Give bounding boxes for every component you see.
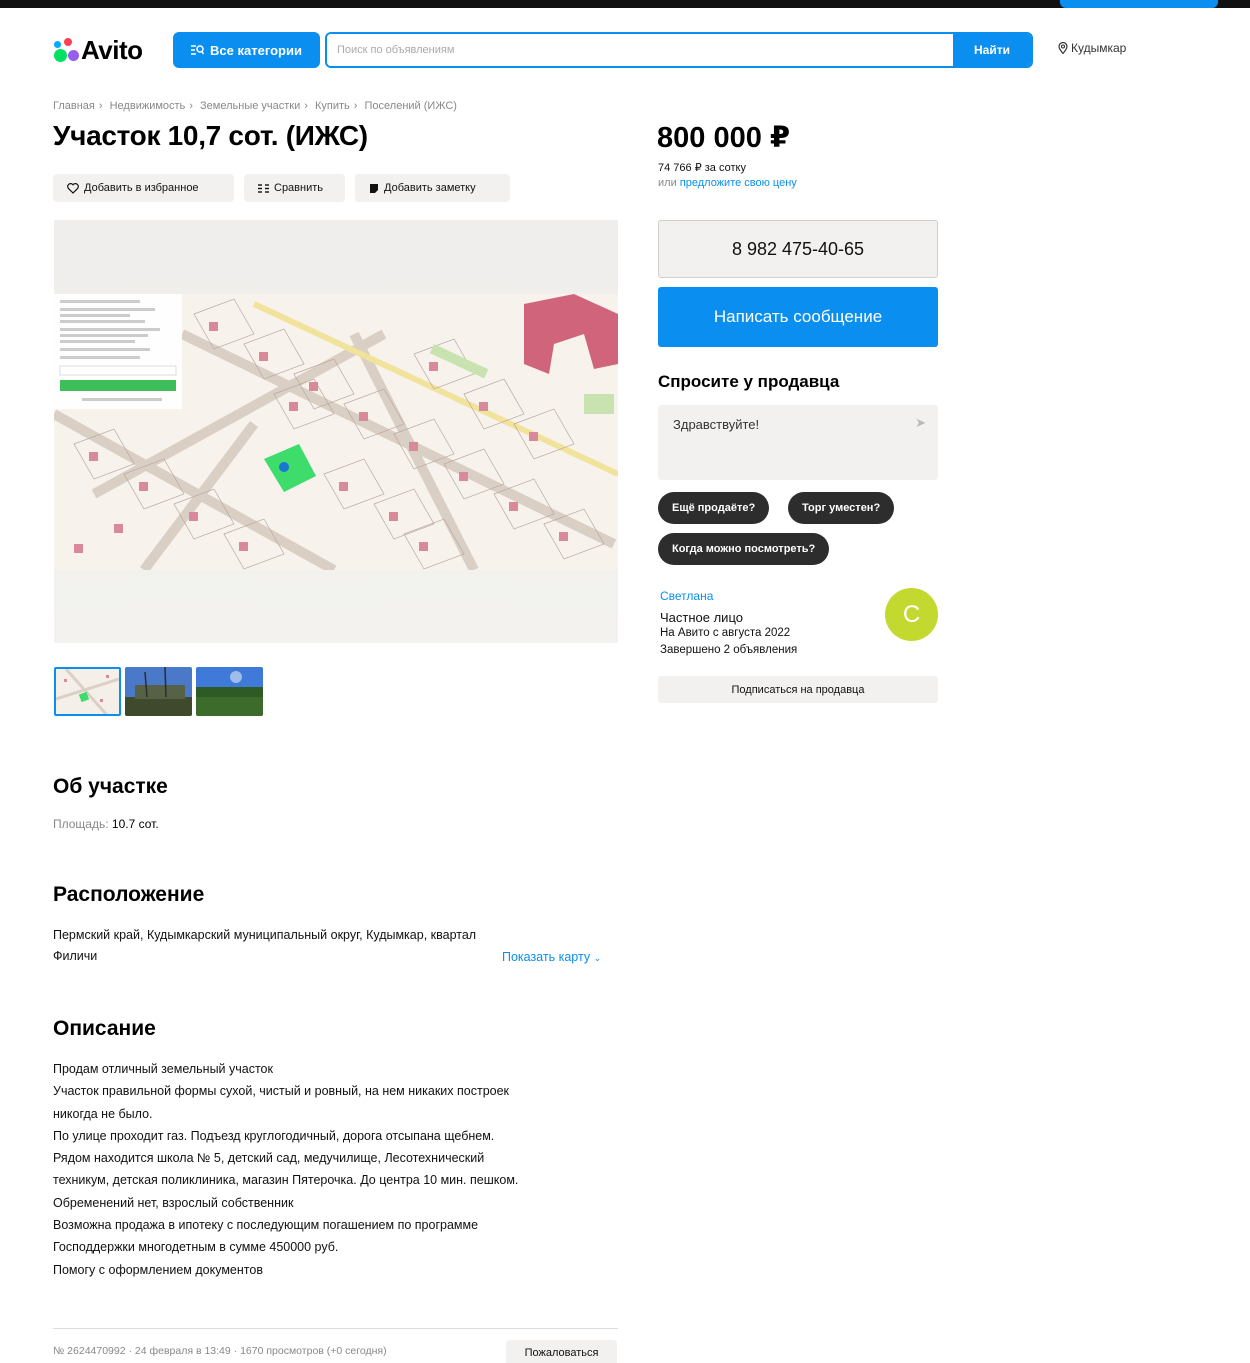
show-map-link[interactable]: Показать карту ⌄ (502, 950, 601, 964)
thumbnail-strip (54, 667, 263, 716)
location-label: Кудымкар (1071, 41, 1127, 55)
search-input[interactable] (327, 34, 953, 66)
offer-prefix: или (658, 177, 677, 189)
add-to-favorites-button[interactable]: Добавить в избранное (53, 174, 234, 202)
logo-text: Avito (81, 34, 143, 65)
listing-actions: Добавить в избранное Сравнить Добавить з… (53, 174, 510, 202)
write-message-button[interactable]: Написать сообщение (658, 287, 938, 347)
breadcrumb-item[interactable]: Земельные участки (200, 100, 300, 112)
thumbnail-photo-3[interactable] (196, 667, 263, 716)
description-line: Обременений нет, взрослый собственник (53, 1195, 294, 1210)
description-line: Продам отличный земельный участок (53, 1062, 273, 1076)
avatar[interactable]: С (885, 588, 938, 641)
seller-completed: Завершено 2 объявления (660, 644, 798, 656)
area-label: Площадь: (53, 817, 109, 831)
avito-logo[interactable]: Avito (53, 34, 143, 66)
photo-gallery[interactable] (54, 220, 618, 643)
price-per-sotka: 74 766 ₽ за сотку (658, 162, 746, 174)
location-heading: Расположение (53, 883, 205, 906)
area-value: 10.7 сот. (111, 817, 159, 831)
compare-label: Сравнить (274, 182, 324, 194)
address-text: Пермский край, Кудымкарский муниципальны… (53, 928, 477, 963)
description-line: Господдержки многодетным в сумме 450000 … (53, 1240, 339, 1255)
footer-divider (53, 1328, 618, 1329)
about-heading: Об участке (53, 775, 168, 798)
seller-name-link[interactable]: Светлана (660, 589, 713, 603)
description-heading: Описание (53, 1017, 156, 1040)
area-row: Площадь: 10.7 сот. (53, 817, 159, 831)
subscribe-seller-button[interactable]: Подписаться на продавца (658, 676, 938, 703)
map-info-panel (54, 294, 182, 409)
breadcrumb-item[interactable]: Недвижимость (110, 100, 186, 112)
add-note-label: Добавить заметку (384, 182, 476, 194)
description-line: никогда не было. (53, 1106, 153, 1121)
offer-price-link[interactable]: предложите свою цену (680, 177, 797, 189)
thumbnail-photo-2[interactable] (125, 667, 192, 716)
show-map-label: Показать карту (502, 950, 591, 964)
note-icon (370, 183, 378, 193)
breadcrumb-item[interactable]: Поселений (ИЖС) (365, 100, 457, 112)
search-button[interactable]: Найти (953, 34, 1031, 66)
all-categories-label: Все категории (210, 42, 302, 58)
seller-type: Частное лицо (660, 610, 743, 625)
location-pin-icon (1058, 42, 1068, 54)
breadcrumb-item[interactable]: Главная (53, 100, 95, 112)
compare-button[interactable]: Сравнить (244, 174, 345, 202)
show-phone-button[interactable]: 8 982 475-40-65 (658, 220, 938, 278)
quick-question-chip[interactable]: Когда можно посмотреть? (658, 533, 830, 565)
description-line: По улице проходит газ. Подъезд круглогод… (53, 1128, 495, 1143)
logo-dots-icon (53, 37, 79, 63)
heart-icon (67, 182, 79, 194)
seller-since: На Авито с августа 2022 (660, 627, 791, 639)
categories-icon (191, 45, 205, 55)
search-bar: Найти (325, 32, 1033, 68)
price: 800 000 ₽ (657, 122, 791, 154)
description-line: Помогу с оформлением документов (53, 1262, 263, 1277)
breadcrumb: Главная › Недвижимость › Земельные участки… (53, 100, 457, 112)
compare-icon (258, 183, 269, 193)
quick-question-chip[interactable]: Торг уместен? (788, 492, 895, 524)
all-categories-button[interactable]: Все категории (173, 32, 320, 68)
ask-seller-input[interactable]: Здравствуйте! ➤ (658, 405, 938, 480)
chevron-down-icon: ⌄ (593, 953, 602, 963)
page-title: Участок 10,7 сот. (ИЖС) (53, 120, 368, 151)
ask-seller-text: Здравствуйте! (673, 417, 760, 432)
description-line: Возможна продажа в ипотеку с последующим… (53, 1218, 479, 1233)
send-icon[interactable]: ➤ (915, 415, 926, 431)
offer-price-line: или предложите свою цену (658, 177, 797, 189)
report-button[interactable]: Пожаловаться (506, 1340, 617, 1363)
description-line: техникум, детская поликлиника, магазин П… (53, 1173, 519, 1188)
cadastral-map-image (54, 294, 618, 570)
add-to-favorites-label: Добавить в избранное (84, 182, 199, 194)
quick-question-chip[interactable]: Ещё продаёте? (658, 492, 770, 524)
site-header: Avito Все категории Найти Кудымкар (53, 32, 1193, 68)
breadcrumb-item[interactable]: Купить (315, 100, 350, 112)
add-note-button[interactable]: Добавить заметку (355, 174, 510, 202)
top-strip (0, 0, 1250, 8)
description-line: Участок правильной формы сухой, чистый и… (53, 1084, 510, 1099)
top-strip-accent (1060, 0, 1218, 8)
description-line: Рядом находится школа № 5, детский сад, … (53, 1151, 485, 1166)
thumbnail-map[interactable] (54, 667, 121, 716)
description-text: Продам отличный земельный участок Участо… (53, 1058, 613, 1281)
ask-seller-heading: Спросите у продавца (658, 372, 840, 391)
listing-meta: № 2624470992 · 24 февраля в 13:49 · 1670… (53, 1345, 387, 1357)
location-selector[interactable]: Кудымкар (1058, 41, 1126, 55)
